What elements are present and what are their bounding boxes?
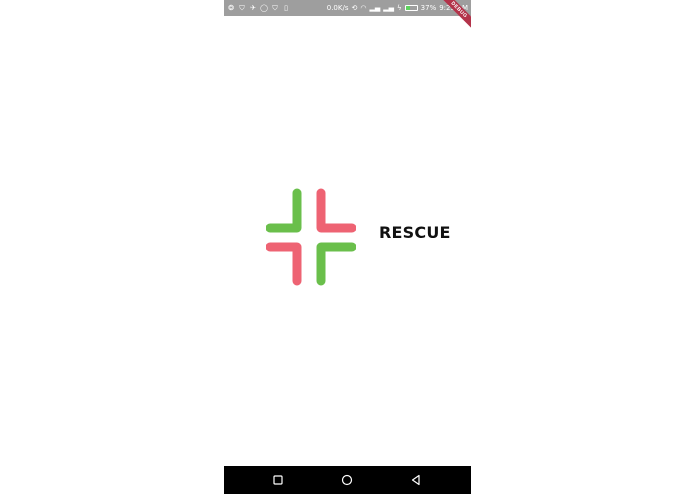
shield-icon: ⛉: [239, 4, 245, 12]
rotate-icon: ⟲: [351, 4, 358, 12]
cell-signal-icon: ▂▄: [369, 4, 381, 12]
wifi-icon: ◠: [360, 4, 367, 12]
logo-top-left-arm: [265, 188, 302, 233]
app-name: RESCUE: [379, 223, 451, 242]
status-notification-icons: ❂ ⛉ ✈ ◯ ⛉ ▯: [227, 2, 290, 14]
navigation-bar: [224, 466, 471, 494]
logo-bottom-left-arm: [265, 242, 302, 286]
shield-icon: ⛉: [272, 4, 278, 12]
signal-app-icon: ❂: [228, 4, 234, 12]
phone-icon: ▯: [284, 4, 288, 12]
charging-icon: ϟ: [397, 4, 402, 12]
app-logo: [265, 188, 357, 286]
network-speed: 0.0K/s: [326, 4, 349, 12]
battery-percent: 37%: [420, 4, 437, 12]
logo-bottom-right-arm: [316, 242, 357, 286]
phone-screen: ❂ ⛉ ✈ ◯ ⛉ ▯ 0.0K/s ⟲ ◠ ▂▄ ▂▄ ϟ 37% 9:25 …: [224, 0, 471, 494]
recents-square-icon[interactable]: [271, 473, 285, 487]
back-triangle-icon[interactable]: [409, 473, 423, 487]
battery-icon: [404, 5, 418, 11]
whatsapp-icon: ◯: [260, 4, 268, 12]
twitter-icon: ✈: [250, 4, 256, 12]
status-bar: ❂ ⛉ ✈ ◯ ⛉ ▯ 0.0K/s ⟲ ◠ ▂▄ ▂▄ ϟ 37% 9:25 …: [224, 0, 471, 16]
logo-top-right-arm: [316, 188, 357, 233]
rescue-cross-logo: [265, 188, 357, 286]
cell-signal-icon: ▂▄: [383, 4, 395, 12]
home-circle-icon[interactable]: [340, 473, 354, 487]
